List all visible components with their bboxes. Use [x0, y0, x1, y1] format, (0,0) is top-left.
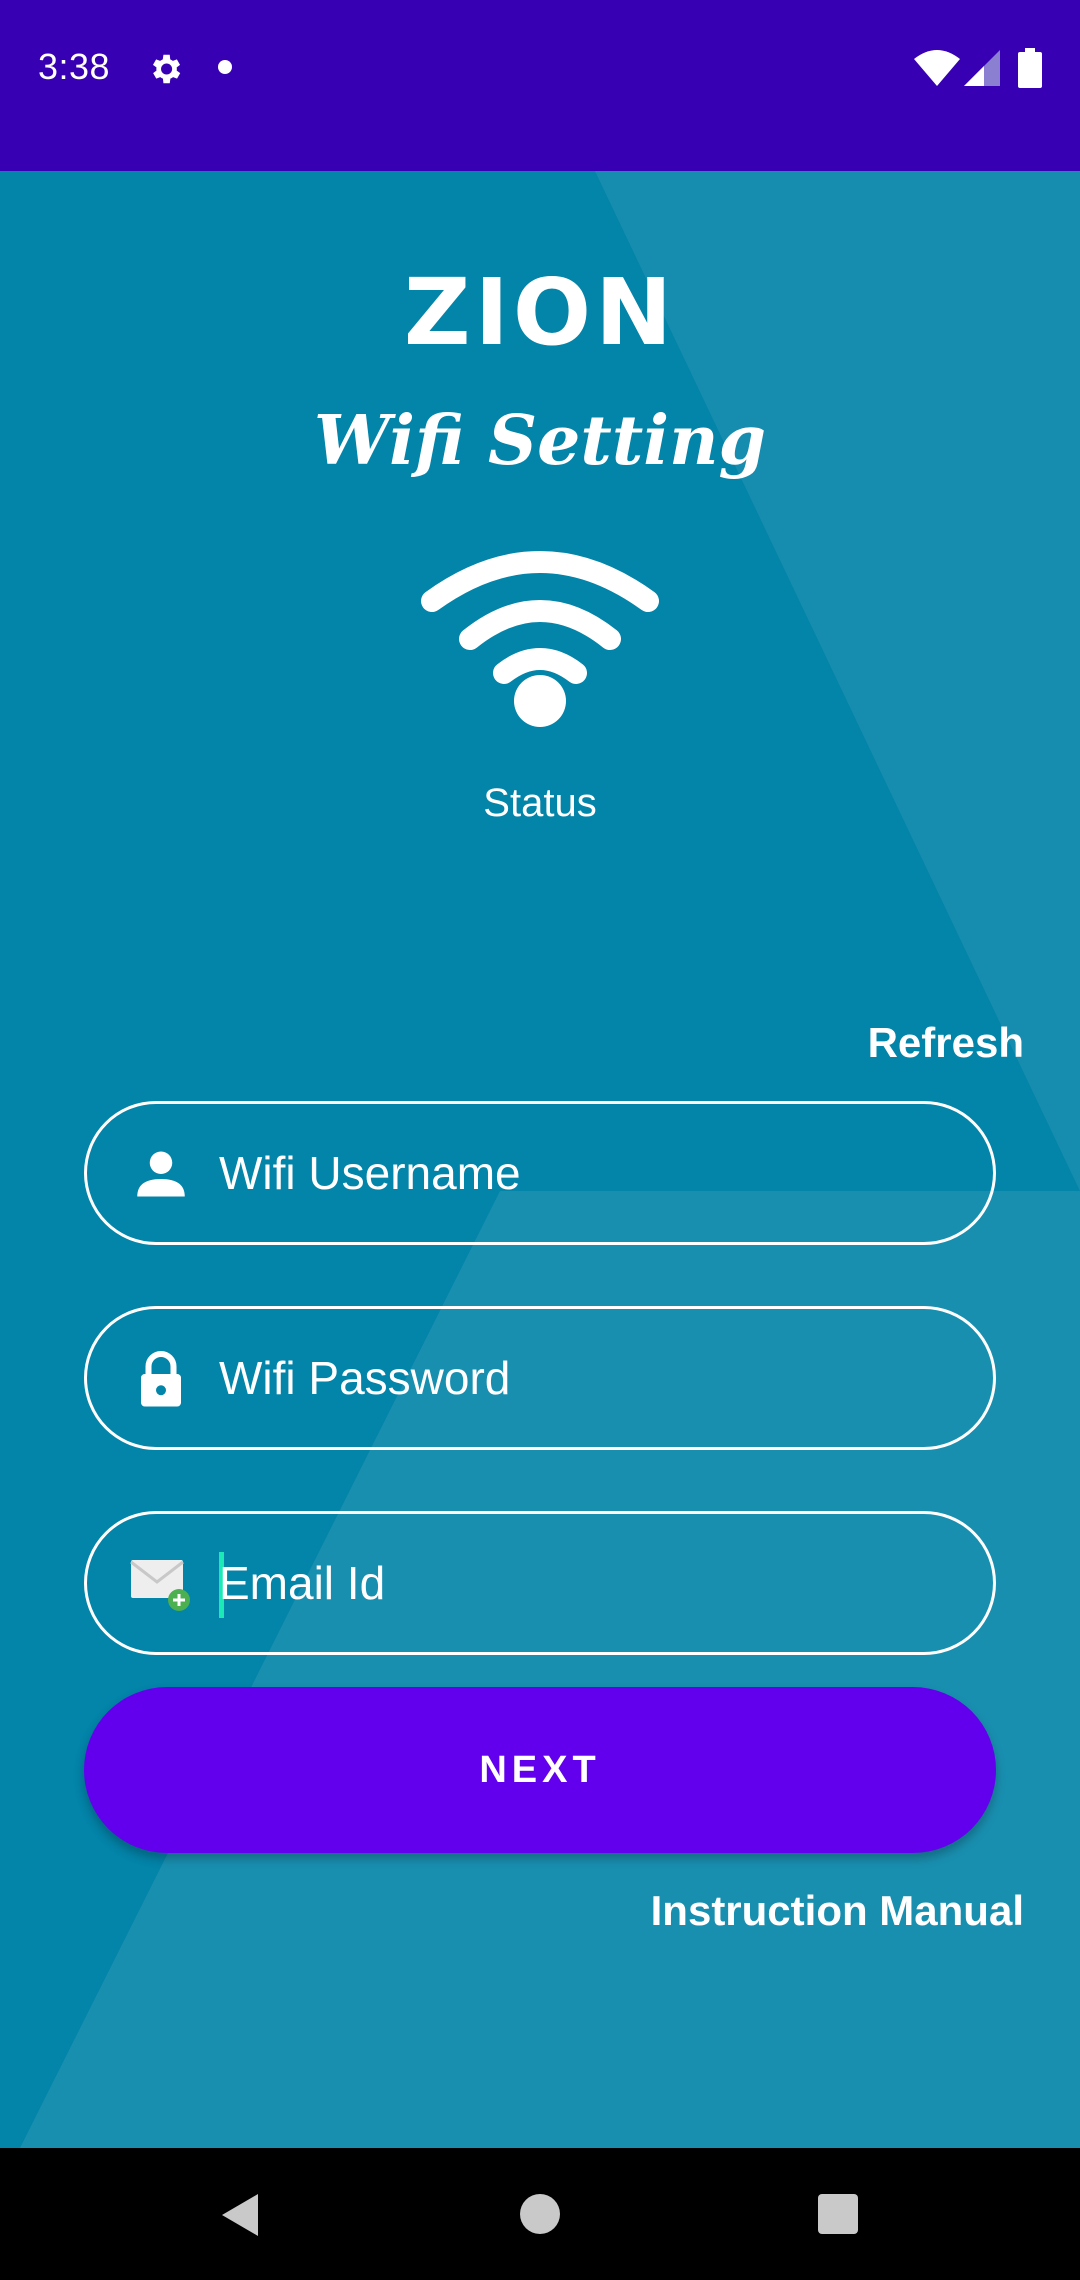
email-input[interactable]	[219, 1514, 959, 1652]
person-icon	[137, 1151, 185, 1197]
home-icon[interactable]	[520, 2194, 560, 2234]
cell-signal-icon	[964, 50, 1000, 86]
wifi-status-icon	[421, 551, 659, 727]
wifi-username-field[interactable]	[84, 1101, 996, 1245]
next-button[interactable]: NEXT	[84, 1687, 996, 1853]
settings-gear-icon	[152, 54, 181, 84]
wifi-username-input[interactable]	[219, 1104, 959, 1242]
instruction-manual-link[interactable]: Instruction Manual	[651, 1887, 1024, 1935]
page-subtitle: Wifi Setting	[313, 401, 767, 481]
notification-dot-icon	[218, 60, 232, 74]
app-title: ZION	[403, 259, 677, 366]
connection-status: Status	[483, 781, 597, 825]
email-add-icon	[130, 1560, 190, 1611]
battery-icon	[1018, 48, 1042, 88]
back-icon[interactable]	[218, 2192, 262, 2238]
refresh-button[interactable]: Refresh	[868, 1019, 1024, 1067]
status-bar: 3:38	[0, 0, 1080, 171]
email-field[interactable]	[84, 1511, 996, 1655]
navigation-bar	[0, 2148, 1080, 2280]
recents-icon[interactable]	[818, 2194, 858, 2234]
wifi-signal-icon	[914, 50, 960, 86]
lock-icon	[141, 1351, 181, 1407]
status-time: 3:38	[38, 46, 111, 87]
main-screen: ZION Wifi Setting Status Refresh Wifi Us…	[0, 171, 1080, 2148]
wifi-password-field[interactable]	[84, 1306, 996, 1450]
wifi-password-input[interactable]	[219, 1309, 959, 1447]
